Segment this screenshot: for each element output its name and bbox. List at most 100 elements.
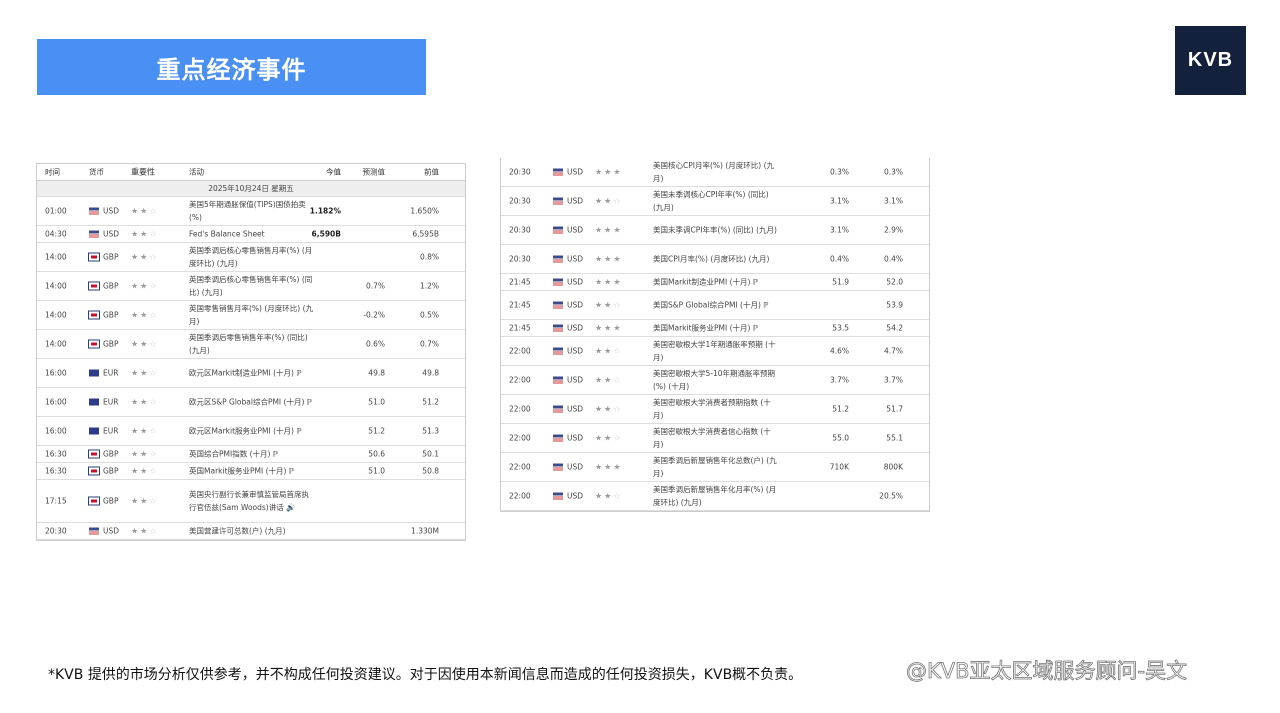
event-time: 04:30 xyxy=(45,229,67,239)
flag-icon xyxy=(89,398,99,406)
importance-stars-icon: ★★☆ xyxy=(131,206,159,216)
table-row[interactable]: 22:00 USD ★★☆ 美国季调后新屋销售年化月率(%) (月度环比) (九月) 2… xyxy=(501,482,929,511)
event-time: 22:00 xyxy=(509,346,531,356)
event-previous: 3.1% xyxy=(883,196,903,206)
event-time: 20:30 xyxy=(509,196,531,206)
event-previous: 6,595B xyxy=(412,229,439,239)
table-row[interactable]: 20:30 USD ★★★ 美国核心CPI月率(%) (月度环比) (九月) 0.3% 0… xyxy=(501,158,929,187)
event-time: 21:45 xyxy=(509,323,531,333)
event-previous: 53.9 xyxy=(886,300,903,310)
event-activity[interactable]: 美国季调后新屋销售年化月率(%) (月度环比) (九月) xyxy=(653,483,778,509)
event-time: 22:00 xyxy=(509,375,531,385)
event-time: 16:30 xyxy=(45,449,67,459)
event-currency: USD xyxy=(553,492,583,501)
event-activity[interactable]: 美国Markit服务业PMI (十月) ℙ xyxy=(653,322,778,335)
event-activity[interactable]: 美国未季调核心CPI年率(%) (同比) (九月) xyxy=(653,188,778,214)
flag-icon xyxy=(553,197,563,205)
event-activity[interactable]: 美国营建许可总数(户) (九月) xyxy=(189,525,314,538)
table-row[interactable]: 20:30 USD ★★☆ 美国营建许可总数(户) (九月) 1.330M xyxy=(37,523,465,540)
currency-code: EUR xyxy=(103,368,119,378)
table-header: 时间 货币 重要性 活动 今值 预测值 前值 xyxy=(37,164,465,181)
event-activity[interactable]: 美国密歇根大学5-10年期通胀率预期(%) (十月) xyxy=(653,367,778,393)
table-row[interactable]: 20:30 USD ★★☆ 美国未季调核心CPI年率(%) (同比) (九月) 3.1%… xyxy=(501,187,929,216)
event-activity[interactable]: 美国Markit制造业PMI (十月) ℙ xyxy=(653,276,778,289)
table-row[interactable]: 16:00 EUR ★★☆ 欧元区Markit服务业PMI (十月) ℙ 51.2 51.… xyxy=(37,417,465,446)
table-row[interactable]: 21:45 USD ★★☆ 美国S&P Global综合PMI (十月) ℙ 53.9 xyxy=(501,291,929,320)
table-row[interactable]: 20:30 USD ★★★ 美国未季调CPI年率(%) (同比) (九月) 3.1% 2.… xyxy=(501,216,929,245)
table-row[interactable]: 14:00 GBP ★★☆ 英国季调后零售销售年率(%) (同比) (九月) 0.6% 0… xyxy=(37,330,465,359)
event-activity[interactable]: 英国季调后核心零售销售年率(%) (同比) (九月) xyxy=(189,273,314,299)
table-row[interactable]: 21:45 USD ★★★ 美国Markit服务业PMI (十月) ℙ 53.5 54.2 xyxy=(501,320,929,337)
event-activity[interactable]: 英国综合PMI指数 (十月) ℙ xyxy=(189,448,314,461)
table-row[interactable]: 14:00 GBP ★★☆ 英国季调后核心零售销售年率(%) (同比) (九月) 0.7… xyxy=(37,272,465,301)
event-activity[interactable]: 美国密歇根大学1年期通胀率预期 (十月) xyxy=(653,338,778,364)
table-row[interactable]: 22:00 USD ★★☆ 美国密歇根大学消费者信心指数 (十月) 55.0 55.1 xyxy=(501,424,929,453)
event-activity[interactable]: 美国未季调CPI年率(%) (同比) (九月) xyxy=(653,224,778,237)
event-previous: 55.1 xyxy=(886,433,903,443)
table-row[interactable]: 16:00 EUR ★★☆ 欧元区Markit制造业PMI (十月) ℙ 49.8 49.… xyxy=(37,359,465,388)
event-activity[interactable]: 美国密歇根大学消费者信心指数 (十月) xyxy=(653,425,778,451)
event-time: 17:15 xyxy=(45,496,67,506)
table-row[interactable]: 14:00 GBP ★★☆ 英国季调后核心零售销售月率(%) (月度环比) (九月) 0… xyxy=(37,243,465,272)
event-activity[interactable]: 欧元区Markit服务业PMI (十月) ℙ xyxy=(189,425,314,438)
event-activity[interactable]: 美国核心CPI月率(%) (月度环比) (九月) xyxy=(653,159,778,185)
event-activity[interactable]: 英国Markit服务业PMI (十月) ℙ xyxy=(189,465,314,478)
event-time: 01:00 xyxy=(45,206,67,216)
table-row[interactable]: 16:30 GBP ★★☆ 英国Markit服务业PMI (十月) ℙ 51.0 50.8 xyxy=(37,463,465,480)
header-importance: 重要性 xyxy=(131,167,155,177)
currency-code: USD xyxy=(567,167,584,177)
event-activity[interactable]: 英国零售销售月率(%) (月度环比) (九月) xyxy=(189,302,314,328)
importance-stars-icon: ★★☆ xyxy=(131,526,159,536)
event-activity[interactable]: Fed's Balance Sheet xyxy=(189,228,314,241)
importance-stars-icon: ★★★ xyxy=(595,254,623,264)
event-time: 20:30 xyxy=(509,167,531,177)
table-row[interactable]: 17:15 GBP ★★☆ 英国央行副行长兼审慎监管局首席执行官伍兹(Sam Wood… xyxy=(37,480,465,523)
event-activity[interactable]: 欧元区S&P Global综合PMI (十月) ℙ xyxy=(189,396,314,409)
watermark: @KVB亚太区域服务顾问-吴文 xyxy=(906,659,1188,684)
table-row[interactable]: 16:00 EUR ★★☆ 欧元区S&P Global综合PMI (十月) ℙ 51.0… xyxy=(37,388,465,417)
flag-icon xyxy=(89,369,99,377)
event-forecast: 3.1% xyxy=(829,196,849,206)
page-title: 重点经济事件 xyxy=(37,39,426,95)
importance-stars-icon: ★★☆ xyxy=(131,426,159,436)
importance-stars-icon: ★★☆ xyxy=(595,346,623,356)
event-activity[interactable]: 美国S&P Global综合PMI (十月) ℙ xyxy=(653,299,778,312)
event-time: 22:00 xyxy=(509,404,531,414)
event-activity[interactable]: 美国CPI月率(%) (月度环比) (九月) xyxy=(653,253,778,266)
flag-icon xyxy=(88,339,100,349)
importance-stars-icon: ★★★ xyxy=(595,167,623,177)
table-row[interactable]: 21:45 USD ★★★ 美国Markit制造业PMI (十月) ℙ 51.9 52.0 xyxy=(501,274,929,291)
table-row[interactable]: 01:00 USD ★★☆ 美国5年期通胀保值(TIPS)国债拍卖(%) 1.182% 1… xyxy=(37,197,465,226)
table-row[interactable]: 20:30 USD ★★★ 美国CPI月率(%) (月度环比) (九月) 0.4% 0.4… xyxy=(501,245,929,274)
importance-stars-icon: ★★☆ xyxy=(131,281,159,291)
table-row[interactable]: 14:00 GBP ★★☆ 英国零售销售月率(%) (月度环比) (九月) -0.2% 0… xyxy=(37,301,465,330)
flag-icon xyxy=(89,427,99,435)
importance-stars-icon: ★★☆ xyxy=(131,368,159,378)
event-previous: 2.9% xyxy=(883,225,903,235)
event-previous: 0.4% xyxy=(883,254,903,264)
table-row[interactable]: 16:30 GBP ★★☆ 英国综合PMI指数 (十月) ℙ 50.6 50.1 xyxy=(37,446,465,463)
event-currency: USD xyxy=(553,463,583,472)
event-currency: USD xyxy=(553,301,583,310)
event-currency: USD xyxy=(553,255,583,264)
table-row[interactable]: 22:00 USD ★★☆ 美国密歇根大学5-10年期通胀率预期(%) (十月) 3.7… xyxy=(501,366,929,395)
event-activity[interactable]: 英国央行副行长兼审慎监管局首席执行官伍兹(Sam Woods)讲话 🔊 xyxy=(189,488,314,514)
event-activity[interactable]: 英国季调后核心零售销售月率(%) (月度环比) (九月) xyxy=(189,244,314,270)
event-previous: 54.2 xyxy=(886,323,903,333)
table-row[interactable]: 22:00 USD ★★☆ 美国密歇根大学1年期通胀率预期 (十月) 4.6% 4.7% xyxy=(501,337,929,366)
event-time: 20:30 xyxy=(509,225,531,235)
currency-code: GBP xyxy=(103,466,119,476)
flag-icon xyxy=(88,310,100,320)
event-activity[interactable]: 美国季调后新屋销售年化总数(户) (九月) xyxy=(653,454,778,480)
table-row[interactable]: 22:00 USD ★★☆ 美国密歇根大学消费者预期指数 (十月) 51.2 51.7 xyxy=(501,395,929,424)
event-time: 22:00 xyxy=(509,433,531,443)
currency-code: USD xyxy=(567,323,584,333)
event-activity[interactable]: 英国季调后零售销售年率(%) (同比) (九月) xyxy=(189,331,314,357)
table-row[interactable]: 04:30 USD ★★☆ Fed's Balance Sheet 6,590B 6,59… xyxy=(37,226,465,243)
event-forecast: 3.1% xyxy=(829,225,849,235)
event-activity[interactable]: 欧元区Markit制造业PMI (十月) ℙ xyxy=(189,367,314,380)
table-row[interactable]: 22:00 USD ★★★ 美国季调后新屋销售年化总数(户) (九月) 710K 800K xyxy=(501,453,929,482)
event-activity[interactable]: 美国5年期通胀保值(TIPS)国债拍卖(%) xyxy=(189,198,314,224)
importance-stars-icon: ★★☆ xyxy=(131,229,159,239)
event-activity[interactable]: 美国密歇根大学消费者预期指数 (十月) xyxy=(653,396,778,422)
